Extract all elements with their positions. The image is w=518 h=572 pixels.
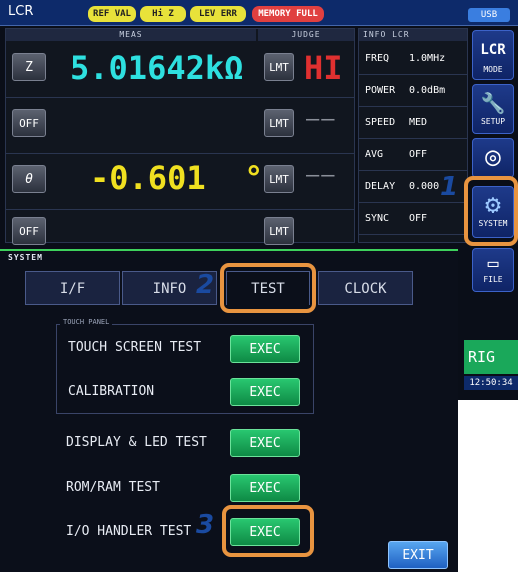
param-button-2[interactable]: OFF: [12, 109, 46, 137]
callout-2: 2: [196, 270, 215, 300]
calibration-label: CALIBRATION: [68, 384, 155, 399]
lmt-button-3[interactable]: LMT: [264, 165, 294, 193]
param-button-4[interactable]: OFF: [12, 217, 46, 245]
rom-ram-test-label: ROM/RAM TEST: [66, 480, 160, 495]
test-tab-highlight-ring: [220, 263, 316, 313]
display-led-test-label: DISPLAY & LED TEST: [66, 435, 207, 450]
meas-panel: MEAS JUDGE Z 5.01642kΩ LMT HI OFF LMT ——…: [5, 28, 355, 245]
flag-lev-err: LEV ERR: [190, 6, 246, 22]
param-button-3[interactable]: θ: [12, 165, 46, 193]
info-row-freq: FREQ 1.0MHz: [359, 43, 467, 75]
system-highlight-ring: [464, 176, 518, 246]
info-row-speed: SPEED MED: [359, 107, 467, 139]
info-row-avg: AVG OFF: [359, 139, 467, 171]
display-led-test-exec-button[interactable]: EXEC: [230, 429, 300, 457]
info-list: FREQ 1.0MHz POWER 0.0dBm SPEED MED AVG OFF D…: [359, 43, 467, 235]
exit-button[interactable]: EXIT: [388, 541, 448, 569]
meas-value-1: 5.01642kΩ: [70, 49, 244, 87]
target-icon: ◎: [485, 142, 501, 172]
param-button-1[interactable]: Z: [12, 53, 46, 81]
exec-highlight-ring: [222, 505, 314, 557]
flag-hi-z: Hi Z: [140, 6, 186, 22]
io-handler-test-label: I/O HANDLER TEST: [66, 524, 192, 539]
judge-header: JUDGE: [258, 29, 354, 41]
setup-button[interactable]: 🔧 SETUP: [472, 84, 514, 134]
lcr-mode-icon: LCR: [480, 42, 506, 58]
row-divider: [6, 153, 354, 154]
touch-panel-label: TOUCH PANEL: [60, 318, 113, 326]
lmt-button-1[interactable]: LMT: [264, 53, 294, 81]
clock-display: 12:50:34: [464, 376, 518, 390]
flag-memory-full: MEMORY FULL: [252, 6, 324, 22]
meas-header: MEAS: [6, 29, 256, 41]
app-title: LCR: [8, 4, 34, 19]
wrench-icon: 🔧: [480, 91, 506, 115]
row-divider: [6, 209, 354, 210]
row-divider: [6, 97, 354, 98]
touch-screen-test-exec-button[interactable]: EXEC: [230, 335, 300, 363]
file-label: FILE: [483, 275, 503, 284]
judge-result-3: ——: [306, 163, 337, 188]
info-row-sync: SYNC OFF: [359, 203, 467, 235]
calibration-exec-button[interactable]: EXEC: [230, 378, 300, 406]
folder-icon: ▭: [487, 253, 499, 274]
file-button[interactable]: ▭ FILE: [472, 248, 514, 292]
callout-3: 3: [196, 510, 215, 540]
callout-1: 1: [440, 172, 459, 202]
touch-screen-test-label: TOUCH SCREEN TEST: [68, 340, 202, 355]
judge-result-2: ——: [306, 107, 337, 132]
info-panel: INFO LCR FREQ 1.0MHz POWER 0.0dBm SPEED MED…: [358, 28, 468, 243]
trig-button[interactable]: RIG: [464, 340, 518, 374]
tab-clock[interactable]: CLOCK: [318, 271, 413, 305]
info-row-power: POWER 0.0dBm: [359, 75, 467, 107]
mode-button[interactable]: LCR MODE: [472, 30, 514, 80]
compare-button[interactable]: ◎: [472, 138, 514, 178]
tab-if[interactable]: I/F: [25, 271, 120, 305]
info-header: INFO LCR: [359, 29, 467, 41]
meas-value-3: -0.601 °: [90, 159, 264, 197]
lmt-button-2[interactable]: LMT: [264, 109, 294, 137]
mode-label: MODE: [483, 65, 503, 74]
lmt-button-4[interactable]: LMT: [264, 217, 294, 245]
dialog-title: SYSTEM: [8, 253, 43, 262]
usb-indicator: USB: [468, 8, 510, 22]
setup-label: SETUP: [480, 117, 506, 126]
judge-result-1: HI: [304, 49, 343, 87]
rom-ram-test-exec-button[interactable]: EXEC: [230, 474, 300, 502]
flag-ref-val: REF VAL: [88, 6, 136, 22]
